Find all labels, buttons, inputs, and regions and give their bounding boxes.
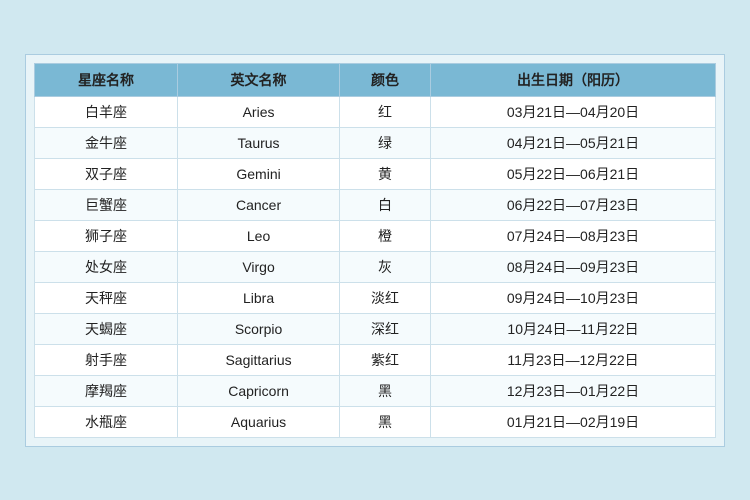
cell-color: 灰 — [340, 251, 431, 282]
cell-color: 淡红 — [340, 282, 431, 313]
header-dates: 出生日期（阳历） — [431, 63, 716, 96]
cell-zh-name: 白羊座 — [35, 96, 178, 127]
header-en-name: 英文名称 — [178, 63, 340, 96]
table-row: 摩羯座Capricorn黑12月23日—01月22日 — [35, 375, 716, 406]
cell-zh-name: 金牛座 — [35, 127, 178, 158]
cell-dates: 01月21日—02月19日 — [431, 406, 716, 437]
cell-color: 黑 — [340, 406, 431, 437]
cell-en-name: Sagittarius — [178, 344, 340, 375]
cell-en-name: Scorpio — [178, 313, 340, 344]
cell-color: 深红 — [340, 313, 431, 344]
table-row: 水瓶座Aquarius黑01月21日—02月19日 — [35, 406, 716, 437]
table-row: 双子座Gemini黄05月22日—06月21日 — [35, 158, 716, 189]
cell-en-name: Aquarius — [178, 406, 340, 437]
cell-dates: 04月21日—05月21日 — [431, 127, 716, 158]
cell-zh-name: 水瓶座 — [35, 406, 178, 437]
cell-color: 白 — [340, 189, 431, 220]
cell-en-name: Libra — [178, 282, 340, 313]
cell-dates: 12月23日—01月22日 — [431, 375, 716, 406]
cell-zh-name: 摩羯座 — [35, 375, 178, 406]
cell-color: 红 — [340, 96, 431, 127]
cell-color: 橙 — [340, 220, 431, 251]
header-color: 颜色 — [340, 63, 431, 96]
table-row: 天秤座Libra淡红09月24日—10月23日 — [35, 282, 716, 313]
table-row: 射手座Sagittarius紫红11月23日—12月22日 — [35, 344, 716, 375]
cell-zh-name: 天蝎座 — [35, 313, 178, 344]
cell-zh-name: 射手座 — [35, 344, 178, 375]
zodiac-table: 星座名称 英文名称 颜色 出生日期（阳历） 白羊座Aries红03月21日—04… — [34, 63, 716, 438]
cell-zh-name: 天秤座 — [35, 282, 178, 313]
cell-dates: 03月21日—04月20日 — [431, 96, 716, 127]
cell-zh-name: 处女座 — [35, 251, 178, 282]
cell-color: 黑 — [340, 375, 431, 406]
cell-zh-name: 双子座 — [35, 158, 178, 189]
cell-color: 紫红 — [340, 344, 431, 375]
cell-color: 黄 — [340, 158, 431, 189]
cell-en-name: Taurus — [178, 127, 340, 158]
cell-zh-name: 巨蟹座 — [35, 189, 178, 220]
cell-dates: 09月24日—10月23日 — [431, 282, 716, 313]
table-row: 白羊座Aries红03月21日—04月20日 — [35, 96, 716, 127]
header-zh-name: 星座名称 — [35, 63, 178, 96]
cell-dates: 10月24日—11月22日 — [431, 313, 716, 344]
table-row: 天蝎座Scorpio深红10月24日—11月22日 — [35, 313, 716, 344]
table-row: 处女座Virgo灰08月24日—09月23日 — [35, 251, 716, 282]
cell-en-name: Gemini — [178, 158, 340, 189]
main-container: 星座名称 英文名称 颜色 出生日期（阳历） 白羊座Aries红03月21日—04… — [25, 54, 725, 447]
cell-dates: 08月24日—09月23日 — [431, 251, 716, 282]
cell-en-name: Virgo — [178, 251, 340, 282]
cell-color: 绿 — [340, 127, 431, 158]
cell-dates: 06月22日—07月23日 — [431, 189, 716, 220]
cell-en-name: Cancer — [178, 189, 340, 220]
cell-dates: 05月22日—06月21日 — [431, 158, 716, 189]
table-row: 狮子座Leo橙07月24日—08月23日 — [35, 220, 716, 251]
cell-en-name: Aries — [178, 96, 340, 127]
cell-en-name: Capricorn — [178, 375, 340, 406]
cell-en-name: Leo — [178, 220, 340, 251]
cell-zh-name: 狮子座 — [35, 220, 178, 251]
table-row: 金牛座Taurus绿04月21日—05月21日 — [35, 127, 716, 158]
cell-dates: 11月23日—12月22日 — [431, 344, 716, 375]
table-row: 巨蟹座Cancer白06月22日—07月23日 — [35, 189, 716, 220]
table-header-row: 星座名称 英文名称 颜色 出生日期（阳历） — [35, 63, 716, 96]
cell-dates: 07月24日—08月23日 — [431, 220, 716, 251]
